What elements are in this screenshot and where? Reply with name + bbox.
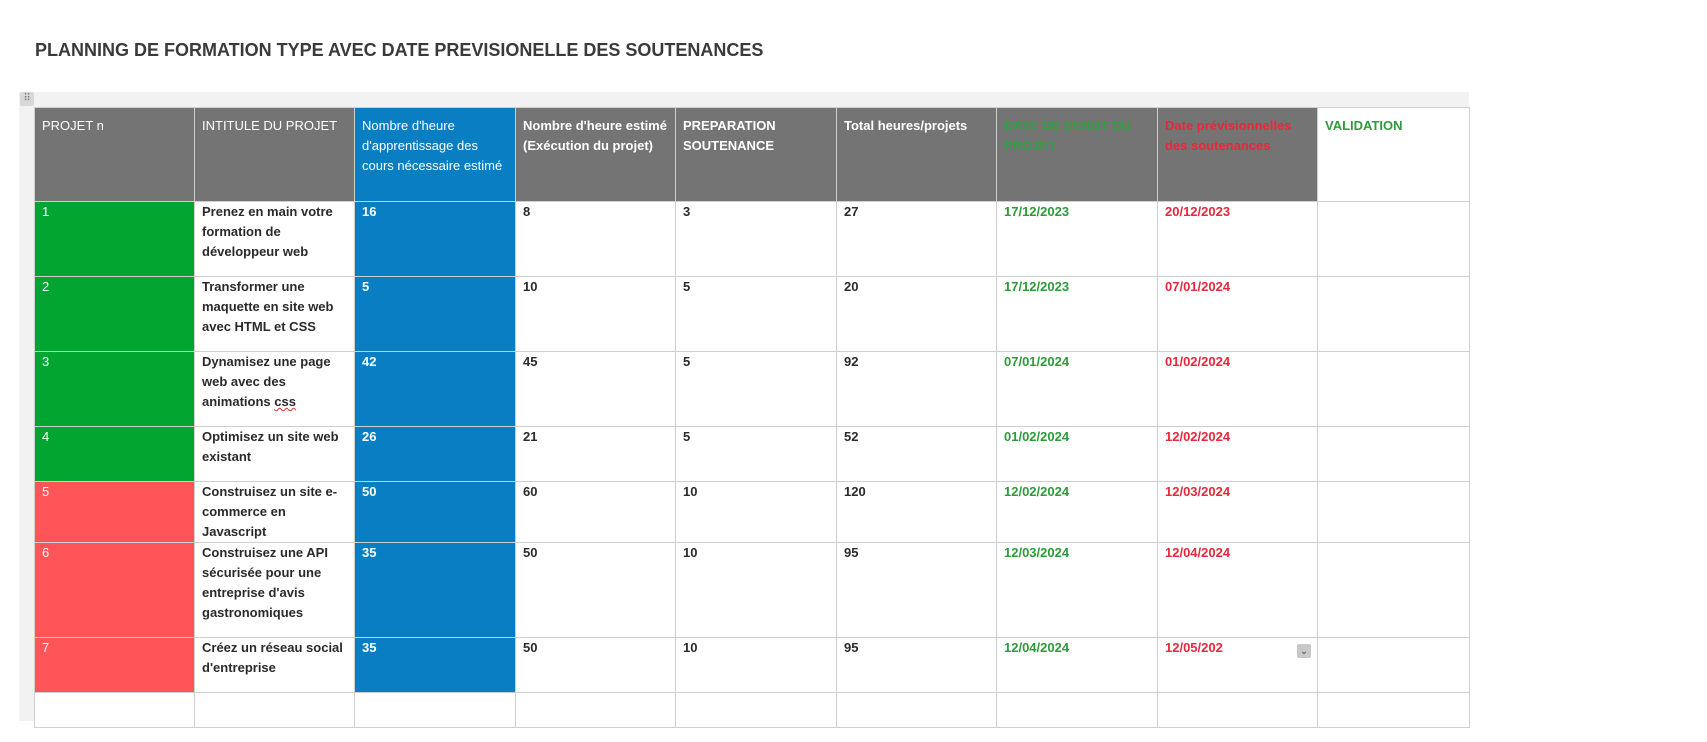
learning-hours[interactable]: 16 — [354, 201, 516, 277]
prev-date[interactable]: 12/04/2024 — [1157, 542, 1318, 638]
prep-hours[interactable]: 5 — [675, 426, 837, 482]
learning-hours[interactable]: 35 — [354, 637, 516, 693]
page-title: PLANNING DE FORMATION TYPE AVEC DATE PRE… — [35, 40, 764, 60]
table-row: 3 Dynamisez une page web avec des animat… — [34, 351, 1470, 427]
empty-cell[interactable] — [1317, 692, 1470, 728]
exec-hours[interactable]: 21 — [515, 426, 676, 482]
table-row: 2 Transformer une maquette en site web a… — [34, 276, 1470, 352]
header-hours-exec[interactable]: Nombre d'heure estimé (Exécution du proj… — [515, 107, 676, 202]
table-row: 4 Optimisez un site web existant 26 21 5… — [34, 426, 1470, 482]
empty-cell[interactable] — [194, 692, 355, 728]
planning-table: PROJET n INTITULE DU PROJET Nombre d'heu… — [34, 107, 1470, 728]
total-hours[interactable]: 92 — [836, 351, 997, 427]
learning-hours[interactable]: 5 — [354, 276, 516, 352]
project-title[interactable]: Créez un réseau social d'entreprise — [194, 637, 355, 693]
exec-hours[interactable]: 50 — [515, 542, 676, 638]
header-start-date[interactable]: DATE DE DEBUT DU PROJET — [996, 107, 1158, 202]
validation-cell[interactable] — [1317, 351, 1470, 427]
empty-cell[interactable] — [1157, 692, 1318, 728]
prep-hours[interactable]: 10 — [675, 542, 837, 638]
prev-date[interactable]: 12/03/2024 — [1157, 481, 1318, 543]
grid-handle-icon[interactable]: ⠿ — [20, 92, 34, 106]
prep-hours[interactable]: 5 — [675, 351, 837, 427]
header-prev-date[interactable]: Date prévisionnelles des soutenances — [1157, 107, 1318, 202]
learning-hours[interactable]: 50 — [354, 481, 516, 543]
project-number[interactable]: 2 — [34, 276, 195, 352]
exec-hours[interactable]: 45 — [515, 351, 676, 427]
start-date[interactable]: 17/12/2023 — [996, 276, 1158, 352]
total-hours[interactable]: 120 — [836, 481, 997, 543]
prep-hours[interactable]: 10 — [675, 481, 837, 543]
project-number[interactable]: 6 — [34, 542, 195, 638]
total-hours[interactable]: 52 — [836, 426, 997, 482]
empty-row — [34, 692, 1470, 728]
start-date[interactable]: 12/03/2024 — [996, 542, 1158, 638]
table-row: 7 Créez un réseau social d'entreprise 35… — [34, 637, 1470, 693]
exec-hours[interactable]: 50 — [515, 637, 676, 693]
table-row: 5 Construisez un site e-commerce en Java… — [34, 481, 1470, 543]
validation-cell[interactable] — [1317, 637, 1470, 693]
project-number[interactable]: 5 — [34, 481, 195, 543]
project-number[interactable]: 1 — [34, 201, 195, 277]
prev-date[interactable]: 01/02/2024 — [1157, 351, 1318, 427]
total-hours[interactable]: 95 — [836, 542, 997, 638]
total-hours[interactable]: 27 — [836, 201, 997, 277]
prev-date-text: 12/05/202 — [1165, 640, 1223, 655]
empty-cell[interactable] — [836, 692, 997, 728]
exec-hours[interactable]: 8 — [515, 201, 676, 277]
prev-date[interactable]: 12/02/2024 — [1157, 426, 1318, 482]
spellcheck-word: css — [274, 394, 296, 409]
table-row: 6 Construisez une API sécurisée pour une… — [34, 542, 1470, 638]
start-date[interactable]: 12/02/2024 — [996, 481, 1158, 543]
total-hours[interactable]: 95 — [836, 637, 997, 693]
project-title[interactable]: Dynamisez une page web avec des animatio… — [194, 351, 355, 427]
start-date[interactable]: 12/04/2024 — [996, 637, 1158, 693]
learning-hours[interactable]: 42 — [354, 351, 516, 427]
prev-date[interactable]: 07/01/2024 — [1157, 276, 1318, 352]
total-hours[interactable]: 20 — [836, 276, 997, 352]
project-title[interactable]: Construisez une API sécurisée pour une e… — [194, 542, 355, 638]
chevron-down-icon[interactable]: ⌄ — [1297, 644, 1311, 658]
project-title[interactable]: Prenez en main votre formation de dévelo… — [194, 201, 355, 277]
empty-cell[interactable] — [675, 692, 837, 728]
learning-hours[interactable]: 35 — [354, 542, 516, 638]
start-date[interactable]: 01/02/2024 — [996, 426, 1158, 482]
start-date[interactable]: 07/01/2024 — [996, 351, 1158, 427]
validation-cell[interactable] — [1317, 426, 1470, 482]
project-title[interactable]: Optimisez un site web existant — [194, 426, 355, 482]
project-title[interactable]: Construisez un site e-commerce en Javasc… — [194, 481, 355, 543]
start-date[interactable]: 17/12/2023 — [996, 201, 1158, 277]
validation-cell[interactable] — [1317, 201, 1470, 277]
prep-hours[interactable]: 3 — [675, 201, 837, 277]
project-number[interactable]: 3 — [34, 351, 195, 427]
exec-hours[interactable]: 10 — [515, 276, 676, 352]
prep-hours[interactable]: 10 — [675, 637, 837, 693]
prev-date[interactable]: 20/12/2023 — [1157, 201, 1318, 277]
header-projet[interactable]: PROJET n — [34, 107, 195, 202]
project-number[interactable]: 4 — [34, 426, 195, 482]
learning-hours[interactable]: 26 — [354, 426, 516, 482]
header-hours-learning[interactable]: Nombre d'heure d'apprentissage des cours… — [354, 107, 516, 202]
prep-hours[interactable]: 5 — [675, 276, 837, 352]
empty-cell[interactable] — [996, 692, 1158, 728]
header-row: PROJET n INTITULE DU PROJET Nombre d'heu… — [34, 107, 1470, 202]
prev-date[interactable]: 12/05/202 ⌄ — [1157, 637, 1318, 693]
header-total[interactable]: Total heures/projets — [836, 107, 997, 202]
validation-cell[interactable] — [1317, 276, 1470, 352]
header-validation[interactable]: VALIDATION — [1317, 107, 1470, 202]
project-title-text: Dynamisez une page web avec des animatio… — [202, 354, 331, 409]
validation-cell[interactable] — [1317, 481, 1470, 543]
header-prep[interactable]: PREPARATION SOUTENANCE — [675, 107, 837, 202]
validation-cell[interactable] — [1317, 542, 1470, 638]
header-intitule[interactable]: INTITULE DU PROJET — [194, 107, 355, 202]
empty-cell[interactable] — [515, 692, 676, 728]
empty-cell[interactable] — [354, 692, 516, 728]
project-title[interactable]: Transformer une maquette en site web ave… — [194, 276, 355, 352]
empty-cell[interactable] — [34, 692, 195, 728]
project-number[interactable]: 7 — [34, 637, 195, 693]
exec-hours[interactable]: 60 — [515, 481, 676, 543]
table-row: 1 Prenez en main votre formation de déve… — [34, 201, 1470, 277]
